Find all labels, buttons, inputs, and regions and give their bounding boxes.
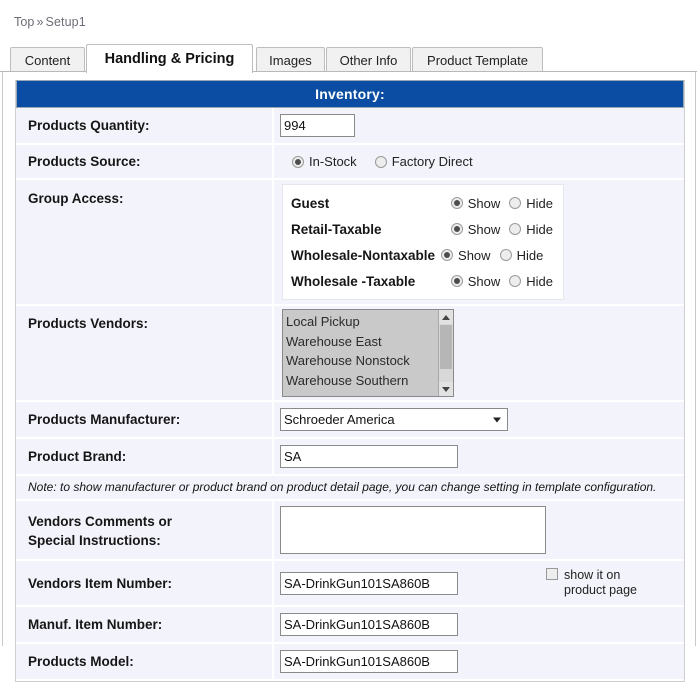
wholesale-nontaxable-hide-radio-icon[interactable] [499,249,512,261]
row-manuf-item-number: Manuf. Item Number: [16,607,684,644]
tab-images[interactable]: Images [256,47,325,72]
vendor-list-item[interactable]: Local Pickup [286,312,453,332]
vendor-list-item[interactable]: Warehouse Nonstock [286,351,453,371]
show-on-product-page-checkbox[interactable] [546,568,558,580]
tab-bar: Content Handling & Pricing Images Other … [10,44,697,73]
retail-taxable-show-option[interactable]: Show [450,221,501,237]
group-name-wholesale-taxable: Wholesale -Taxable [291,273,416,289]
products-manufacturer-select[interactable]: Schroeder America [280,408,508,431]
radio-option-in-stock[interactable]: In-Stock [292,154,357,169]
vendor-list-item[interactable]: Warehouse East [286,332,453,352]
label-products-quantity: Products Quantity: [16,108,274,143]
wholesale-nontaxable-show-option[interactable]: Show [441,248,491,263]
group-access-row-guest: Guest Show Hide [291,190,553,216]
page-root: Top» Setup1 Content Handling & Pricing Im… [0,0,697,682]
wholesale-taxable-show-option[interactable]: Show [450,273,501,289]
breadcrumb-current[interactable]: Setup1 [46,15,86,29]
vendors-comments-textarea[interactable] [280,506,546,554]
product-brand-input[interactable] [280,445,458,468]
products-model-input[interactable] [280,650,458,673]
section-header-inventory: Inventory: [16,80,684,108]
vendors-scrollbar[interactable] [438,310,453,396]
row-vendors-item-number: Vendors Item Number: show it on product … [16,561,684,607]
breadcrumb: Top» Setup1 [14,15,86,29]
wholesale-nontaxable-hide-label: Hide [516,247,544,263]
guest-hide-label: Hide [526,195,553,211]
vendors-item-number-input[interactable] [280,571,458,595]
row-products-manufacturer: Products Manufacturer: Schroeder America [16,402,684,439]
row-products-quantity: Products Quantity: [16,108,684,145]
label-vendors-item-number: Vendors Item Number: [16,561,274,605]
group-access-row-wholesale-nontaxable: Wholesale-Nontaxable Show Hide [291,242,553,268]
guest-show-radio-icon[interactable] [450,197,463,209]
radio-option-factory-direct[interactable]: Factory Direct [374,154,473,169]
group-name-retail-taxable: Retail-Taxable [291,221,382,237]
label-products-source: Products Source: [16,145,274,178]
wholesale-taxable-show-label: Show [467,273,501,289]
wholesale-taxable-hide-label: Hide [526,273,553,289]
products-quantity-input[interactable] [280,114,355,137]
radio-label-factory-direct: Factory Direct [391,154,473,169]
retail-taxable-hide-label: Hide [526,221,553,237]
label-group-access: Group Access: [16,180,274,304]
label-manuf-item-number: Manuf. Item Number: [16,607,274,642]
show-on-product-page-label-line1: show it on [564,568,621,582]
scroll-up-arrow-icon[interactable] [439,310,453,324]
scroll-down-arrow-icon[interactable] [439,382,453,396]
row-product-brand: Product Brand: [16,439,684,476]
label-product-brand: Product Brand: [16,439,274,474]
label-vendors-comments-line1: Vendors Comments or [28,513,173,529]
guest-show-label: Show [467,195,501,211]
group-name-wholesale-nontaxable: Wholesale-Nontaxable [291,247,436,263]
label-vendors-comments-line2: Special Instructions: [28,532,161,548]
guest-hide-option[interactable]: Hide [509,196,553,211]
products-vendors-listbox[interactable]: Local Pickup Warehouse East Warehouse No… [282,309,454,397]
show-on-product-page-label-line2: product page [564,583,637,597]
wholesale-taxable-show-radio-icon[interactable] [450,275,463,287]
content-frame: Inventory: Products Quantity: Products S… [2,72,696,682]
vendor-list-item[interactable]: Warehouse Southern [286,371,453,391]
breadcrumb-root[interactable]: Top [14,15,34,29]
group-access-row-retail-taxable: Retail-Taxable Show Hide [291,216,553,242]
tab-handling-and-pricing[interactable]: Handling & Pricing [86,44,253,73]
retail-taxable-show-label: Show [467,221,501,237]
row-products-model: Products Model: [16,644,684,681]
inventory-panel: Inventory: Products Quantity: Products S… [15,80,685,682]
wholesale-nontaxable-hide-option[interactable]: Hide [499,247,544,263]
label-products-manufacturer: Products Manufacturer: [16,402,274,437]
wholesale-taxable-hide-option[interactable]: Hide [509,274,553,289]
guest-hide-radio-icon[interactable] [509,197,522,209]
tab-other-info[interactable]: Other Info [326,47,411,72]
breadcrumb-separator: » [36,15,44,29]
row-vendors-comments: Vendors Comments or Special Instructions… [16,501,684,561]
radio-factory-direct-icon[interactable] [374,155,387,168]
row-products-vendors: Products Vendors: Local Pickup Warehouse… [16,306,684,402]
row-group-access: Group Access: Guest Show Hide Retail-Tax… [16,180,684,306]
products-source-radio-group: In-Stock Factory Direct [280,154,473,169]
label-vendors-comments: Vendors Comments or Special Instructions… [16,501,274,559]
tab-content[interactable]: Content [10,47,85,72]
guest-show-option[interactable]: Show [450,195,501,211]
wholesale-nontaxable-show-radio-icon[interactable] [441,249,454,261]
retail-taxable-hide-radio-icon[interactable] [509,223,522,235]
radio-label-in-stock: In-Stock [309,154,357,169]
wholesale-nontaxable-show-label: Show [458,247,491,263]
scrollbar-thumb[interactable] [440,325,452,369]
tab-product-template[interactable]: Product Template [412,47,543,72]
group-access-panel: Guest Show Hide Retail-Taxable Show Hide… [282,184,564,300]
show-on-product-page-control[interactable]: show it on product page [546,568,637,598]
radio-in-stock-icon[interactable] [292,155,304,168]
group-access-row-wholesale-taxable: Wholesale -Taxable Show Hide [291,268,553,294]
template-configuration-note: Note: to show manufacturer or product br… [16,476,684,501]
retail-taxable-hide-option[interactable]: Hide [509,222,553,237]
label-products-vendors: Products Vendors: [16,306,274,400]
row-products-source: Products Source: In-Stock Factory Direct [16,145,684,180]
group-name-guest: Guest [291,195,330,211]
label-products-model: Products Model: [16,644,274,679]
wholesale-taxable-hide-radio-icon[interactable] [509,275,522,287]
manuf-item-number-input[interactable] [280,613,458,636]
retail-taxable-show-radio-icon[interactable] [450,223,463,235]
